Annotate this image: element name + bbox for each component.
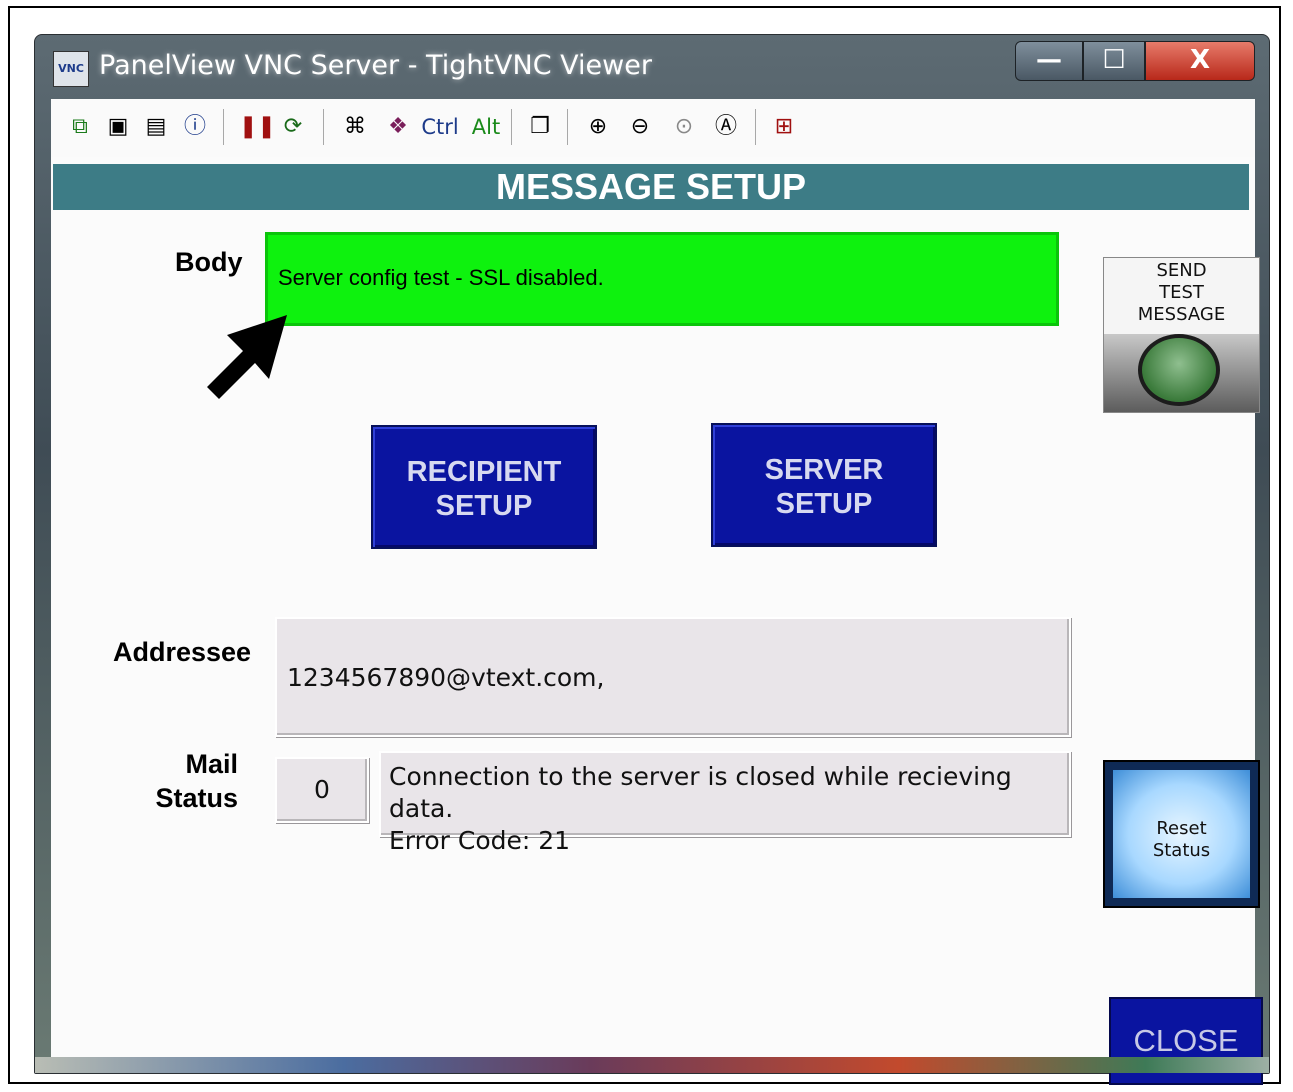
close-window-button[interactable]: X xyxy=(1145,41,1255,81)
remote-hmi-screen: MESSAGE SETUP Body Server config test - … xyxy=(51,157,1263,1085)
status-message-line2: Error Code: 21 xyxy=(389,826,571,855)
title-bar[interactable]: VNC PanelView VNC Server - TightVNC View… xyxy=(35,35,1269,99)
send-test-label-line3: MESSAGE xyxy=(1137,304,1226,325)
addressee-label: Addressee xyxy=(113,637,252,667)
mail-status-label-line2: Status xyxy=(155,783,238,813)
status-message-field: Connection to the server is closed while… xyxy=(379,751,1071,855)
addressee-field[interactable]: 1234567890@vtext.com, xyxy=(275,617,1071,737)
vnc-toolbar: ⧉ ▣ ▤ ⓘ ❚❚ ⟳ ⌘ ❖ Ctrl Alt ❐ ⊕ ⊖ ⊙ Ⓐ ⊞ xyxy=(51,99,1255,158)
toolbar-separator xyxy=(755,109,756,145)
vnc-viewer-window: VNC PanelView VNC Server - TightVNC View… xyxy=(34,34,1270,1085)
refresh-icon[interactable]: ⟳ xyxy=(277,111,309,143)
toolbar-separator xyxy=(323,109,324,145)
send-ctrl-esc-icon[interactable]: ❖ xyxy=(381,111,415,143)
minimize-button[interactable]: — xyxy=(1015,41,1083,81)
reset-status-button[interactable]: Reset Status xyxy=(1103,760,1260,908)
zoom-out-icon[interactable]: ⊖ xyxy=(623,111,657,143)
status-message-line1: Connection to the server is closed while… xyxy=(389,762,1012,823)
reset-status-label-line2: Status xyxy=(1152,840,1211,861)
send-test-label-line2: TEST xyxy=(1159,282,1204,303)
server-setup-label-line1: SERVER xyxy=(764,454,884,486)
send-test-message-button[interactable]: SEND TEST MESSAGE xyxy=(1103,257,1260,413)
mail-status-label: Mail Status xyxy=(154,747,238,815)
page-title: MESSAGE SETUP xyxy=(495,166,807,207)
reset-status-label-line1: Reset xyxy=(1156,818,1207,839)
vnc-app-icon: VNC xyxy=(53,51,89,87)
send-test-label: SEND TEST MESSAGE xyxy=(1104,260,1259,326)
reset-status-face: Reset Status xyxy=(1113,770,1250,898)
recipient-setup-button[interactable]: RECIPIENT SETUP xyxy=(371,425,597,549)
toolbar-separator xyxy=(511,109,512,145)
info-icon[interactable]: ⓘ xyxy=(179,111,211,143)
green-pushbutton-icon[interactable] xyxy=(1138,334,1220,406)
zoom-in-icon[interactable]: ⊕ xyxy=(581,111,615,143)
status-code-field: 0 xyxy=(275,757,369,823)
mail-status-label-line1: Mail xyxy=(185,749,238,779)
fullscreen-icon[interactable]: ⊞ xyxy=(767,111,801,143)
new-connection-icon[interactable]: ⧉ xyxy=(65,111,95,143)
body-field[interactable]: Server config test - SSL disabled. xyxy=(265,232,1059,326)
body-label: Body xyxy=(175,247,243,277)
options-icon[interactable]: ▤ xyxy=(139,111,173,143)
save-icon[interactable]: ▣ xyxy=(103,111,133,143)
maximize-button[interactable]: ☐ xyxy=(1083,41,1145,81)
toolbar-separator xyxy=(223,109,224,145)
recipient-setup-label-line2: SETUP xyxy=(435,490,533,522)
send-test-label-line1: SEND xyxy=(1156,260,1207,281)
window-bottom-border xyxy=(35,1057,1269,1073)
recipient-setup-label-line1: RECIPIENT xyxy=(406,456,562,488)
screen-header: MESSAGE SETUP xyxy=(53,164,1249,210)
clipboard-icon[interactable]: ❐ xyxy=(523,111,557,143)
alt-key-icon[interactable]: Alt xyxy=(469,111,503,143)
zoom-100-icon[interactable]: ⊙ xyxy=(667,111,701,143)
send-ctrl-alt-del-icon[interactable]: ⌘ xyxy=(337,111,373,143)
zoom-auto-icon[interactable]: Ⓐ xyxy=(709,111,743,143)
server-setup-label-line2: SETUP xyxy=(775,488,873,520)
server-setup-button[interactable]: SERVER SETUP xyxy=(711,423,937,547)
ctrl-key-icon[interactable]: Ctrl xyxy=(419,111,461,143)
window-title: PanelView VNC Server - TightVNC Viewer xyxy=(99,50,652,81)
annotation-arrow-icon xyxy=(207,315,287,399)
pause-icon[interactable]: ❚❚ xyxy=(239,111,276,143)
toolbar-separator xyxy=(567,109,568,145)
